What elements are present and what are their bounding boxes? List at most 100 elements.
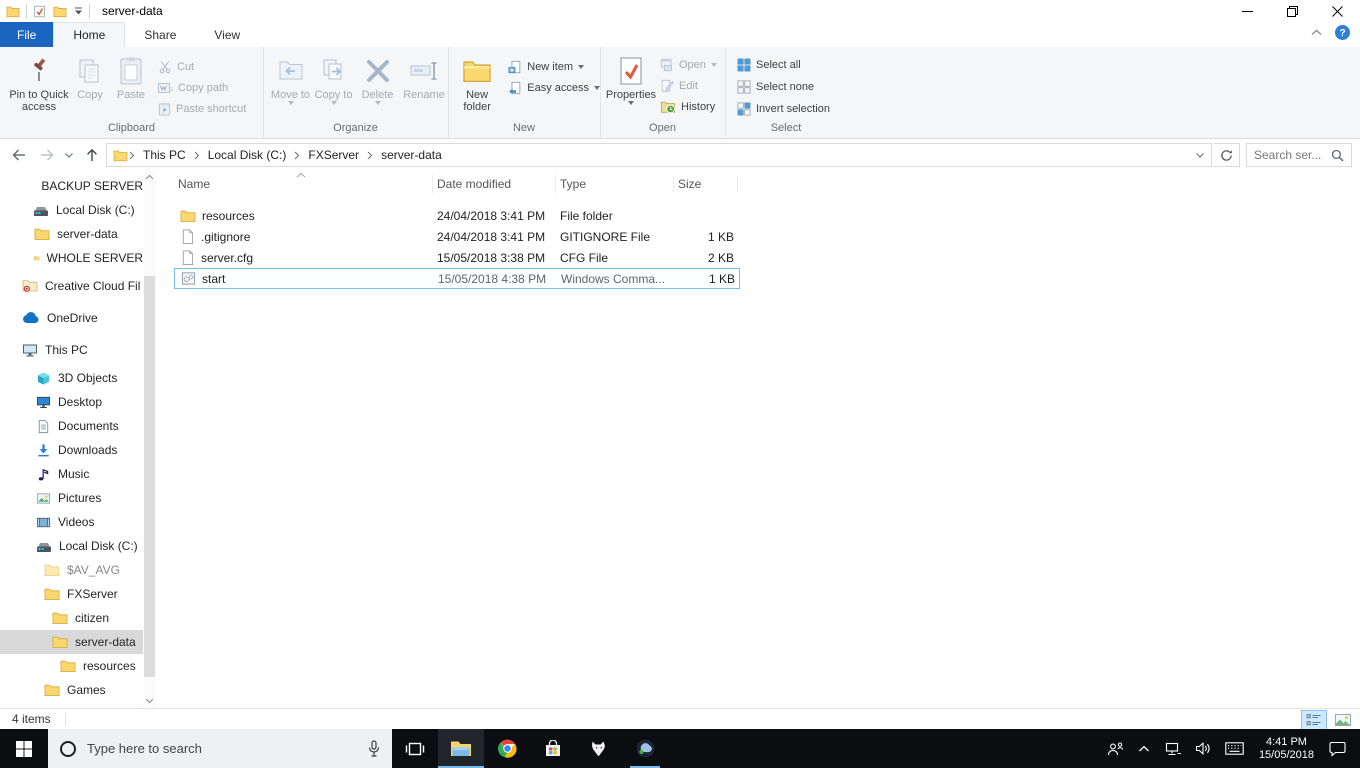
details-view-button[interactable] — [1301, 710, 1327, 730]
column-header-name[interactable]: Name — [174, 175, 433, 193]
delete-button[interactable]: Delete — [355, 51, 400, 105]
sidebar-item-fxserver[interactable]: FXServer — [0, 582, 143, 606]
move-to-button[interactable]: Move to — [269, 51, 312, 105]
teamspeak-taskbar-button[interactable] — [622, 729, 668, 768]
scroll-down-icon[interactable] — [143, 698, 156, 704]
minimize-button[interactable] — [1225, 0, 1270, 22]
invert-selection-button[interactable]: Invert selection — [737, 100, 847, 117]
tab-share[interactable]: Share — [125, 22, 195, 47]
sidebar-item-backup-server[interactable]: BACKUP SERVER — [0, 174, 143, 198]
wolf-app-taskbar-button[interactable] — [576, 729, 622, 768]
show-hidden-icons-chevron[interactable] — [1131, 729, 1157, 768]
sidebar-item-resources[interactable]: resources — [0, 654, 143, 678]
chrome-taskbar-button[interactable] — [484, 729, 530, 768]
copy-button[interactable]: Copy — [70, 51, 110, 101]
sidebar-item-documents[interactable]: Documents — [0, 414, 143, 438]
edit-button[interactable]: Edit — [660, 77, 717, 94]
refresh-button[interactable] — [1214, 143, 1240, 167]
file-row-resources[interactable]: resources 24/04/2018 3:41 PM File folder — [174, 205, 740, 226]
microsoft-store-taskbar-button[interactable] — [530, 729, 576, 768]
pin-to-quick-access-button[interactable]: Pin to Quick access — [8, 51, 70, 113]
restore-button[interactable] — [1270, 0, 1315, 22]
column-header-date-modified[interactable]: Date modified — [433, 175, 556, 193]
sidebar-item-onedrive[interactable]: OneDrive — [0, 302, 143, 334]
file-row-server-cfg[interactable]: server.cfg 15/05/2018 3:38 PM CFG File 2… — [174, 247, 740, 268]
easy-access-button[interactable]: Easy access — [508, 79, 600, 96]
forward-button[interactable] — [38, 147, 56, 163]
rename-button[interactable]: Rename — [400, 51, 448, 101]
task-view-button[interactable] — [392, 729, 438, 768]
volume-icon[interactable] — [1188, 729, 1218, 768]
column-header-type[interactable]: Type — [556, 175, 674, 193]
action-center-icon[interactable] — [1322, 729, 1360, 768]
file-row-start[interactable]: start 15/05/2018 4:38 PM Windows Comma..… — [174, 268, 740, 289]
file-row-gitignore[interactable]: .gitignore 24/04/2018 3:41 PM GITIGNORE … — [174, 226, 740, 247]
open-label: Open — [679, 58, 706, 71]
sidebar-item-videos[interactable]: Videos — [0, 510, 143, 534]
help-icon[interactable]: ? — [1335, 25, 1350, 40]
breadcrumb-segment-local-disk[interactable]: Local Disk (C:) — [201, 148, 294, 162]
cut-button[interactable]: Cut — [158, 58, 246, 75]
search-input[interactable]: Search ser... — [1246, 143, 1352, 167]
qat-properties-button[interactable] — [33, 5, 46, 18]
breadcrumb-segment-server-data[interactable]: server-data — [374, 148, 449, 162]
breadcrumb-segment-this-pc[interactable]: This PC — [136, 148, 193, 162]
copy-path-button[interactable]: Copy path — [158, 79, 246, 96]
sidebar-item-3d-objects[interactable]: 3D Objects — [0, 366, 143, 390]
people-icon[interactable] — [1100, 729, 1131, 768]
tab-home[interactable]: Home — [53, 22, 126, 47]
network-icon[interactable] — [1157, 729, 1188, 768]
recent-locations-dropdown[interactable] — [64, 152, 74, 159]
new-folder-button[interactable]: New folder — [454, 51, 500, 113]
sidebar-item-pictures[interactable]: Pictures — [0, 486, 143, 510]
sidebar-item-av-avg[interactable]: $AV_AVG — [0, 558, 143, 582]
sidebar-item-citizen[interactable]: citizen — [0, 606, 143, 630]
sidebar-item-downloads[interactable]: Downloads — [0, 438, 143, 462]
thumbnails-view-button[interactable] — [1330, 710, 1356, 730]
tab-file[interactable]: File — [0, 22, 54, 47]
sidebar-item-local-disk[interactable]: Local Disk (C:) — [0, 534, 143, 558]
microphone-icon[interactable] — [368, 740, 380, 757]
taskbar-clock[interactable]: 4:41 PM 15/05/2018 — [1251, 736, 1322, 762]
select-all-icon — [737, 58, 751, 72]
copy-to-button[interactable]: Copy to — [312, 51, 355, 105]
sidebar-item-server-data-quick[interactable]: server-data — [0, 222, 143, 246]
minimize-ribbon-icon[interactable] — [1311, 29, 1322, 36]
scroll-up-icon[interactable] — [143, 174, 156, 180]
properties-button[interactable]: Properties — [604, 51, 658, 105]
breadcrumb-segment-fxserver[interactable]: FXServer — [301, 148, 366, 162]
sidebar-item-this-pc[interactable]: This PC — [0, 334, 143, 366]
back-button[interactable] — [10, 147, 28, 163]
select-none-button[interactable]: Select none — [737, 78, 847, 95]
taskbar-search-input[interactable]: Type here to search — [48, 729, 392, 768]
sidebar-item-local-disk-quick[interactable]: Local Disk (C:) — [0, 198, 143, 222]
select-all-button[interactable]: Select all — [737, 56, 847, 73]
sidebar-item-games[interactable]: Games — [0, 678, 143, 702]
sidebar-item-creative-cloud[interactable]: Creative Cloud Fil — [0, 270, 143, 302]
tab-view[interactable]: View — [195, 22, 259, 47]
paste-button[interactable]: Paste — [110, 51, 152, 101]
breadcrumb[interactable]: This PC Local Disk (C:) FXServer server-… — [106, 143, 1212, 167]
sidebar-item-desktop[interactable]: Desktop — [0, 390, 143, 414]
new-item-button[interactable]: New item — [508, 58, 600, 75]
command-script-icon — [181, 271, 196, 286]
sidebar-item-server-data[interactable]: server-data — [0, 630, 143, 654]
file-explorer-taskbar-button[interactable] — [438, 729, 484, 768]
sidebar-item-whole-server[interactable]: WHOLE SERVER — [0, 246, 143, 270]
qat-customize-dropdown[interactable] — [74, 7, 83, 15]
start-button[interactable] — [0, 729, 48, 768]
open-button[interactable]: Open — [660, 56, 717, 73]
touch-keyboard-icon[interactable] — [1218, 729, 1251, 768]
address-history-dropdown[interactable] — [1189, 152, 1211, 159]
search-icon[interactable] — [1331, 149, 1344, 162]
history-button[interactable]: History — [660, 98, 717, 115]
up-button[interactable] — [84, 147, 100, 163]
sidebar-item-music[interactable]: Music — [0, 462, 143, 486]
sidebar-scrollbar[interactable] — [143, 171, 156, 708]
scrollbar-thumb[interactable] — [144, 276, 155, 677]
column-header-size[interactable]: Size — [674, 175, 738, 193]
dropdown-caret-icon — [330, 101, 337, 105]
paste-shortcut-button[interactable]: Paste shortcut — [158, 100, 246, 117]
close-button[interactable] — [1315, 0, 1360, 22]
qat-new-folder-button[interactable] — [53, 5, 67, 18]
